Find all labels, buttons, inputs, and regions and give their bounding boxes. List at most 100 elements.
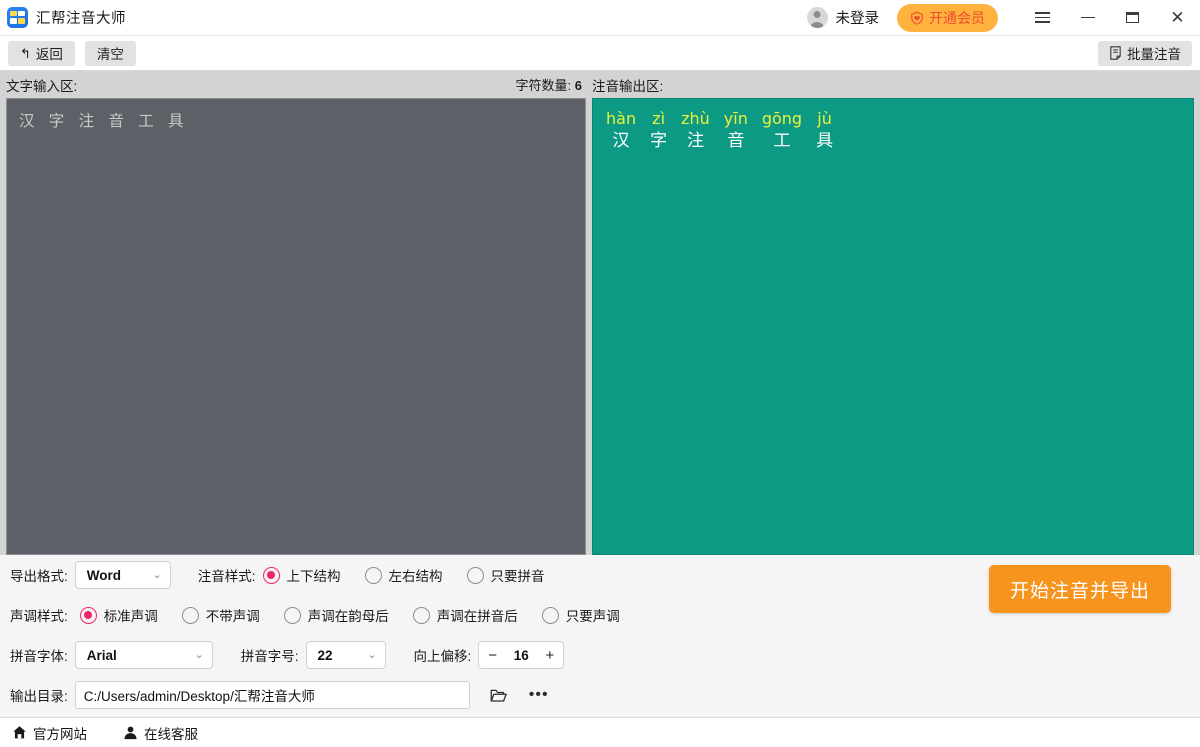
pinyin-text: jù [817,109,832,128]
output-pane: 注音输出区: hàn 汉 zì 字 zhù 注 yīn 音 gōng 工 jù … [592,71,1200,555]
output-dir-label: 输出目录: [10,689,68,704]
annotation-style-group: 上下结构 左右结构 只要拼音 [262,565,545,585]
ruby-row: hàn 汉 zì 字 zhù 注 yīn 音 gōng 工 jù 具 [606,108,1180,153]
radio-dot-icon [181,606,199,624]
radio-tone-none[interactable]: 不带声调 [181,605,260,625]
toolbar: ↰ 返回 清空 批量注音 [0,36,1200,71]
hanzi-text: 音 [727,130,745,150]
radio-annotation-pinyin-only[interactable]: 只要拼音 [466,565,545,585]
radio-label: 只要声调 [565,609,620,624]
ruby-cell: hàn 汉 [606,108,636,153]
radio-annotation-left-right[interactable]: 左右结构 [364,565,443,585]
start-annotate-export-button[interactable]: 开始注音并导出 [989,565,1171,613]
ruby-cell: zhù 注 [681,108,710,153]
ruby-cell: gōng 工 [762,108,802,153]
pinyin-font-label: 拼音字体: [10,649,68,664]
title-bar: 汇帮注音大师 未登录 开通会员 ✕ [0,0,1200,36]
hanzi-text: 汉 [612,130,630,150]
pinyin-font-value: Arial [86,647,117,663]
input-pane-label: 文字输入区: [6,78,78,94]
pinyin-text: zì [652,109,666,128]
app-logo-icon [7,7,28,28]
home-icon [12,725,27,740]
radio-dot-icon [412,606,430,624]
chevron-down-icon: ⌄ [367,648,377,661]
radio-dot-icon [262,566,280,584]
batch-annotate-label: 批量注音 [1127,47,1181,62]
radio-label: 不带声调 [205,609,260,624]
offset-increase-button[interactable]: + [546,648,555,663]
radio-dot-icon [283,606,301,624]
pinyin-size-select[interactable]: 22 ⌄ [305,641,386,669]
undo-arrow-icon: ↰ [20,45,31,61]
output-pane-label: 注音输出区: [592,78,664,94]
offset-stepper[interactable]: − 16 + [478,641,565,669]
account-status-label: 未登录 [835,11,880,27]
pinyin-output-area[interactable]: hàn 汉 zì 字 zhù 注 yīn 音 gōng 工 jù 具 [592,98,1194,555]
tone-style-group: 标准声调 不带声调 声调在韵母后 声调在拼音后 只要声调 [79,605,620,625]
radio-tone-only[interactable]: 只要声调 [541,605,620,625]
batch-annotate-button[interactable]: 批量注音 [1098,40,1192,66]
back-button[interactable]: ↰ 返回 [8,40,75,66]
pinyin-size-label: 拼音字号: [240,649,299,664]
annotation-style-label: 注音样式: [197,569,256,584]
pinyin-text: zhù [681,109,710,128]
user-avatar-icon [806,7,828,28]
open-membership-button[interactable]: 开通会员 [897,3,998,32]
vip-button-label: 开通会员 [929,9,985,26]
online-service-label: 在线客服 [144,726,198,742]
char-count-label: 字符数量: [515,78,572,93]
more-options-button[interactable]: ••• [523,681,555,709]
radio-dot-icon [79,606,97,624]
output-directory-row: 输出目录: C:/Users/admin/Desktop/汇帮注音大师 ••• [10,675,1190,715]
radio-annotation-above-below[interactable]: 上下结构 [262,565,341,585]
customer-service-icon [123,725,138,740]
radio-label: 标准声调 [103,609,158,624]
offset-decrease-button[interactable]: − [488,648,497,663]
radio-tone-standard[interactable]: 标准声调 [79,605,158,625]
account-area[interactable]: 未登录 [806,7,880,28]
export-format-select[interactable]: Word ⌄ [74,561,171,589]
text-input-area[interactable]: 汉 字 注 音 工 具 [6,98,586,555]
hanzi-text: 注 [686,130,704,150]
browse-folder-button[interactable] [484,681,513,709]
chevron-down-icon: ⌄ [194,648,204,661]
radio-dot-icon [364,566,382,584]
maximize-icon[interactable] [1110,0,1155,36]
output-dir-input[interactable]: C:/Users/admin/Desktop/汇帮注音大师 [74,681,470,709]
hamburger-menu-icon[interactable] [1020,0,1065,36]
pinyin-font-select[interactable]: Arial ⌄ [74,641,213,669]
more-dots-icon: ••• [528,686,549,703]
radio-label: 只要拼音 [490,569,545,584]
chevron-down-icon: ⌄ [152,568,162,581]
pinyin-text: hàn [606,109,637,128]
font-settings-row: 拼音字体: Arial ⌄ 拼音字号: 22 ⌄ 向上偏移: − 16 + [10,635,1190,675]
application-window: 汇帮注音大师 未登录 开通会员 ✕ ↰ 返回 清空 批量注音 文字输入区: 字符… [0,0,1200,747]
close-icon[interactable]: ✕ [1155,0,1200,36]
minimize-icon[interactable] [1065,0,1110,36]
radio-tone-after-final[interactable]: 声调在韵母后 [283,605,389,625]
pinyin-size-value: 22 [317,647,333,663]
radio-dot-icon [541,606,559,624]
close-glyph: ✕ [1170,8,1185,27]
online-service-link[interactable]: 在线客服 [123,723,198,743]
pinyin-text: gōng [761,109,803,128]
radio-label: 声调在韵母后 [307,609,389,624]
hanzi-text: 工 [773,130,791,150]
offset-label: 向上偏移: [413,649,472,664]
official-website-link[interactable]: 官方网站 [12,723,87,743]
folder-open-icon [490,688,507,703]
pinyin-text: yīn [723,109,748,128]
hanzi-text: 字 [650,130,668,150]
radio-tone-after-pinyin[interactable]: 声调在拼音后 [412,605,518,625]
offset-value: 16 [513,647,529,663]
char-count: 字符数量: 6 [516,75,586,94]
tone-style-label: 声调样式: [10,609,68,624]
hanzi-text: 具 [816,130,834,150]
clear-button-label: 清空 [96,47,124,62]
back-button-label: 返回 [35,47,63,62]
radio-dot-icon [466,566,484,584]
clear-button[interactable]: 清空 [84,40,136,66]
radio-label: 声调在拼音后 [436,609,518,624]
official-website-label: 官方网站 [33,726,87,742]
